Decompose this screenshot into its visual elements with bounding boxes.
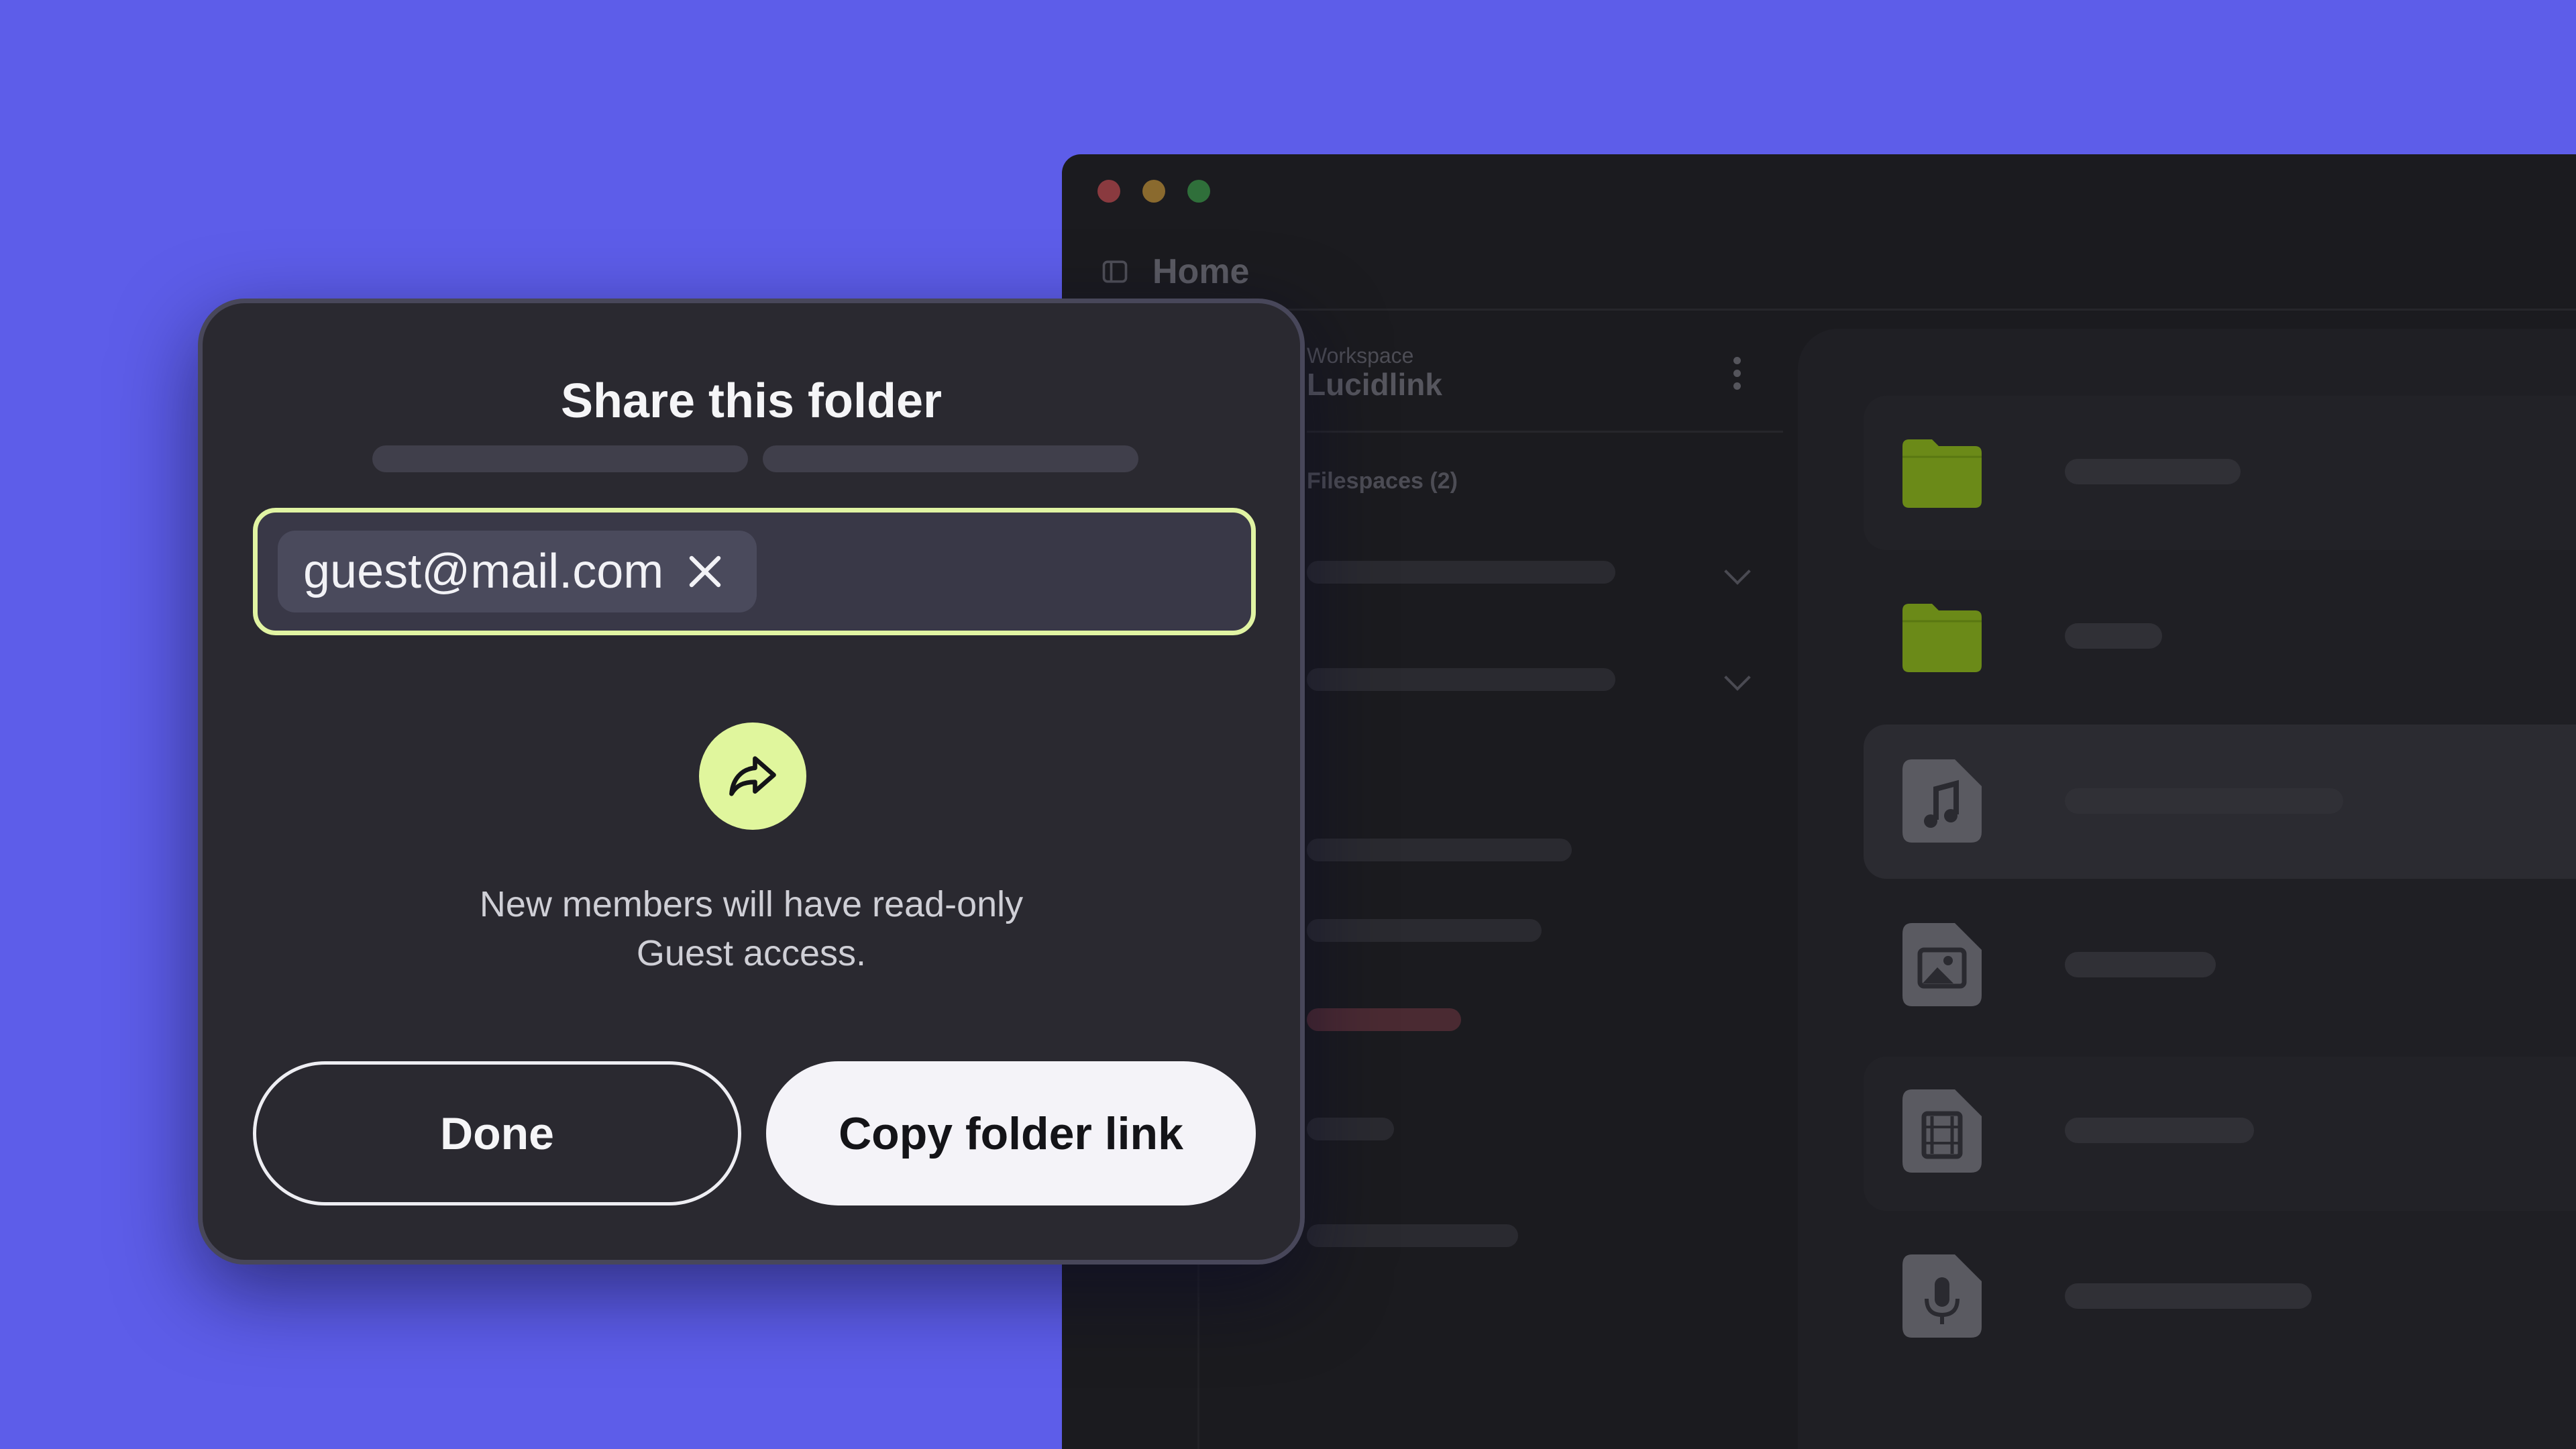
copy-folder-link-button[interactable]: Copy folder link [766,1061,1256,1205]
image-file-icon [1902,923,1982,1006]
sidebar-item-placeholder[interactable] [1307,1224,1518,1247]
access-message-line-2: Guest access. [636,933,867,973]
share-badge [699,722,806,830]
invite-email-field[interactable]: guest@mail.com [253,508,1256,635]
sidebar-item-placeholder[interactable] [1307,1118,1394,1140]
minimize-window-button[interactable] [1142,180,1165,203]
file-name-placeholder [2065,623,2162,649]
email-chip-text: guest@mail.com [303,545,664,598]
file-name-placeholder [2065,788,2343,814]
music-file-icon [1902,759,1982,843]
file-name-placeholder [2065,459,2241,484]
email-chip[interactable]: guest@mail.com [278,531,757,612]
sidebar-item-placeholder[interactable] [1307,919,1542,942]
workspace-name[interactable]: Lucidlink [1307,366,1442,402]
access-message-line-1: New members will have read-only [479,884,1024,924]
maximize-window-button[interactable] [1187,180,1210,203]
filespace-item-placeholder[interactable] [1307,561,1615,584]
sidebar-divider [1307,431,1783,433]
sidebar-item-placeholder-active[interactable] [1307,1008,1461,1031]
page-title: Home [1152,252,1250,291]
access-message: New members will have read-only Guest ac… [203,880,1300,978]
remove-chip-button[interactable] [684,550,727,593]
titlebar: Home [1100,248,1249,295]
share-folder-modal: Share this folder guest@mail.com New mem… [198,299,1305,1265]
subtitle-placeholder [763,445,1138,472]
microphone-file-icon [1902,1254,1982,1338]
folder-icon [1902,604,1982,672]
folder-icon [1902,439,1982,508]
sidebar-item-placeholder[interactable] [1307,839,1572,861]
close-icon [690,555,721,588]
workspace-label: Workspace [1307,343,1414,368]
file-name-placeholder [2065,1283,2312,1309]
done-button[interactable]: Done [253,1061,741,1205]
video-file-icon [1902,1089,1982,1173]
modal-title: Share this folder [560,374,943,428]
sidebar-toggle-icon[interactable] [1100,257,1130,286]
filespaces-section-label: Filespaces (2) [1307,468,1458,494]
share-arrow-icon [729,756,776,796]
more-options-icon[interactable] [1732,357,1741,390]
file-name-placeholder [2065,1118,2254,1143]
close-window-button[interactable] [1097,180,1120,203]
subtitle-placeholder [372,445,748,472]
file-name-placeholder [2065,952,2216,977]
filespace-item-placeholder[interactable] [1307,668,1615,691]
